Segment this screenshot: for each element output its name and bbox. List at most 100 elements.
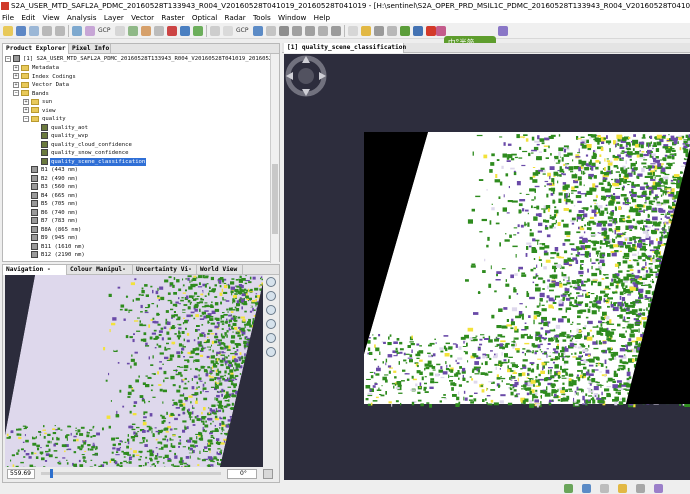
tab-uncertainty-visualisation[interactable]: Uncertainty Vi-: [133, 265, 197, 275]
magic-wand-icon[interactable]: [331, 26, 341, 36]
collapse-icon[interactable]: −: [23, 115, 29, 122]
expand-icon[interactable]: +: [23, 107, 29, 113]
menu-optical[interactable]: Optical: [190, 12, 219, 23]
menu-layer[interactable]: Layer: [102, 12, 126, 23]
band-maths-icon[interactable]: [72, 26, 82, 36]
tab-colour-manipulation[interactable]: Colour Manipul-: [67, 265, 133, 275]
tree-scrollbar[interactable]: [270, 54, 279, 263]
save-icon[interactable]: [16, 26, 26, 36]
pin-manager-icon[interactable]: [361, 26, 371, 36]
zoom-all-icon[interactable]: [266, 319, 276, 329]
rotation-angle-field[interactable]: 0°: [227, 469, 257, 479]
expand-icon[interactable]: +: [23, 98, 29, 105]
tab-world-view[interactable]: World View: [197, 265, 243, 275]
pan-tool-icon[interactable]: [223, 26, 233, 36]
tree-band-b5[interactable]: B5 (705 nm): [31, 200, 79, 208]
time-series-icon[interactable]: [413, 26, 423, 36]
subset-icon[interactable]: [154, 26, 164, 36]
gcp-tool-label[interactable]: GCP: [98, 26, 110, 36]
expand-icon[interactable]: +: [13, 81, 19, 88]
menu-view[interactable]: View: [41, 12, 62, 23]
tree-band-b7[interactable]: B7 (783 nm): [31, 217, 79, 225]
tree-band-b2[interactable]: B2 (490 nm): [31, 174, 79, 183]
tab-product-explorer[interactable]: Product Explorer: [3, 44, 69, 54]
tree-quality-row[interactable]: − quality: [23, 115, 67, 123]
world-map-icon[interactable]: [374, 26, 384, 36]
statistics-icon[interactable]: [193, 26, 203, 36]
tree-sun-row[interactable]: + sun: [23, 98, 53, 106]
polygon-tool-icon[interactable]: [305, 26, 315, 36]
zoom-pixel-icon[interactable]: [266, 305, 276, 315]
spectrum-icon[interactable]: [167, 26, 177, 36]
tree-view-row[interactable]: + view: [23, 107, 56, 115]
rotation-sync-icon[interactable]: [263, 469, 273, 479]
snap-logo-icon[interactable]: [426, 26, 436, 36]
tree-bands-row[interactable]: − Bands: [13, 90, 50, 98]
tree-band-b8a[interactable]: B8A (865 nm): [31, 225, 82, 234]
expand-icon[interactable]: +: [13, 64, 19, 71]
redo-icon[interactable]: [55, 26, 65, 36]
tree-band-b3[interactable]: B3 (560 nm): [31, 183, 79, 191]
tree-band-quality-snow-confidence[interactable]: quality_snow_confidence: [41, 149, 129, 157]
gcp-placing-label[interactable]: GCP: [236, 26, 248, 36]
zoom-tool-icon[interactable]: [253, 26, 263, 36]
scissors-icon[interactable]: [436, 26, 446, 36]
zoom-slider[interactable]: [41, 469, 221, 478]
expand-icon[interactable]: +: [13, 73, 19, 79]
collocate-icon[interactable]: [85, 26, 95, 36]
tree-band-b6[interactable]: B6 (740 nm): [31, 208, 79, 217]
zoom-slider-knob[interactable]: [49, 469, 53, 478]
scene-classification-view[interactable]: [284, 54, 690, 480]
mosaic-icon[interactable]: [115, 26, 125, 36]
tree-band-b1[interactable]: B1 (443 nm): [31, 166, 79, 174]
tree-band-b11[interactable]: B11 (1610 nm): [31, 242, 86, 251]
tree-metadata-row[interactable]: + Metadata: [13, 64, 60, 72]
tree-band-quality-aot[interactable]: quality_aot: [41, 123, 89, 132]
tree-vector-data-row[interactable]: + Vector Data: [13, 81, 70, 89]
collapse-icon[interactable]: −: [13, 90, 19, 96]
session-icon[interactable]: [29, 26, 39, 36]
tab-navigation[interactable]: Navigation -: [3, 265, 67, 275]
zoom-out-icon[interactable]: [266, 291, 276, 301]
tab-pixel-info[interactable]: Pixel Info: [69, 44, 111, 54]
reprojection-icon[interactable]: [141, 26, 151, 36]
open-product-icon[interactable]: [3, 26, 13, 36]
navigation-overview[interactable]: [5, 275, 263, 467]
menu-tools[interactable]: Tools: [251, 12, 273, 23]
tree-band-quality-scene-classification[interactable]: quality_scene_classification: [41, 157, 147, 166]
menu-radar[interactable]: Radar: [223, 12, 248, 23]
zoom-factor-field[interactable]: 559.69: [7, 469, 35, 479]
menu-raster[interactable]: Raster: [159, 12, 186, 23]
select-tool-icon[interactable]: [210, 26, 220, 36]
mask-manager-icon[interactable]: [400, 26, 410, 36]
menu-window[interactable]: Window: [276, 12, 308, 23]
zoom-in-icon[interactable]: [266, 277, 276, 287]
pin-placing-icon[interactable]: [348, 26, 358, 36]
tree-index-codings-row[interactable]: + Index Codings: [13, 73, 77, 81]
histogram-icon[interactable]: [180, 26, 190, 36]
menu-analysis[interactable]: Analysis: [65, 12, 99, 23]
scrollbar-thumb[interactable]: [272, 164, 278, 234]
menu-edit[interactable]: Edit: [19, 12, 37, 23]
tree-band-quality-cloud-confidence[interactable]: quality_cloud_confidence: [41, 140, 133, 149]
assistant-icon[interactable]: [498, 26, 508, 36]
undo-icon[interactable]: [42, 26, 52, 36]
menu-file[interactable]: File: [0, 12, 16, 23]
tree-band-b9[interactable]: B9 (945 nm): [31, 234, 79, 242]
rectangle-tool-icon[interactable]: [279, 26, 289, 36]
collapse-icon[interactable]: −: [5, 55, 11, 62]
sync-views-icon[interactable]: [266, 333, 276, 343]
menu-help[interactable]: Help: [312, 12, 332, 23]
range-finder-icon[interactable]: [266, 26, 276, 36]
ellipse-tool-icon[interactable]: [318, 26, 328, 36]
menu-vector[interactable]: Vector: [129, 12, 156, 23]
polyline-tool-icon[interactable]: [292, 26, 302, 36]
tree-band-b4[interactable]: B4 (665 nm): [31, 191, 79, 200]
tree-band-quality-wvp[interactable]: quality_wvp: [41, 132, 89, 140]
graph-builder-icon[interactable]: [128, 26, 138, 36]
sync-cursor-icon[interactable]: [266, 347, 276, 357]
tab-quality-scene-classification[interactable]: [1] quality_scene_classification: [284, 43, 406, 53]
tree-band-b12[interactable]: B12 (2190 nm): [31, 251, 86, 259]
tree-product-row[interactable]: − [1] S2A_USER_MTD_SAFL2A_PDMC_20160528T1…: [5, 55, 271, 63]
layer-manager-icon[interactable]: [387, 26, 397, 36]
